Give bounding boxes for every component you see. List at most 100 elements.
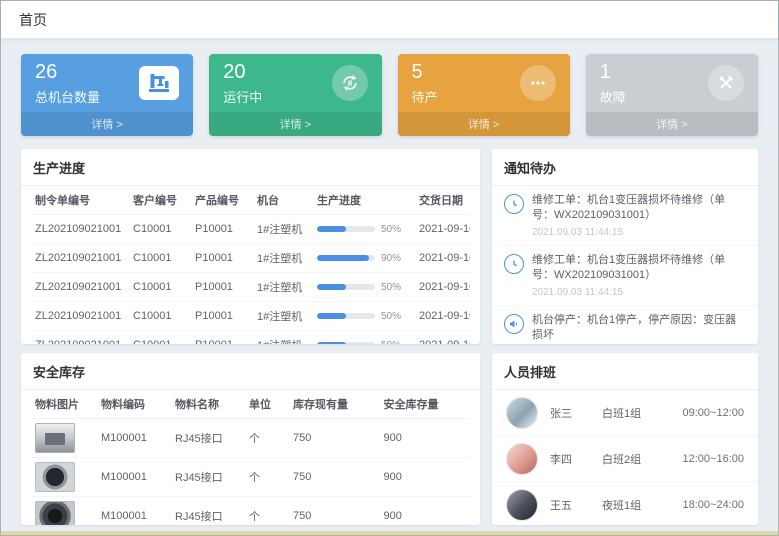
list-item[interactable]: 维修工单：机台1变压器损坏待维修（单号：WX202109031001） 2021… (492, 186, 758, 246)
stat-cards-row: 26 总机台数量 详情 > 20 运行中 (21, 54, 758, 136)
table-row[interactable]: ZL202109021001 C10001 P10001 1#注塑机 50% 2… (31, 215, 470, 244)
cell-date: 2021-09-10 (415, 215, 470, 244)
notice-body: 维修工单：机台1变压器损坏待维修（单号：WX202109031001） 2021… (532, 193, 746, 238)
table-row[interactable]: ZL202109021001 C10001 P10001 1#注塑机 90% 2… (31, 244, 470, 273)
notice-body: 维修工单：机台1变压器损坏待维修（单号：WX202109031001） 2021… (532, 253, 746, 298)
notice-body: 机台停产：机台1停产，停产原因：变压器损坏 2021.09.03 11:44:1… (532, 313, 746, 344)
col-material-code: 物料编码 (97, 390, 171, 419)
cell-name: RJ45接口 (171, 497, 245, 526)
table-row[interactable]: ZL202109021001 C10001 P10001 1#注塑机 50% 2… (31, 273, 470, 302)
progress-track (317, 342, 375, 344)
cell-material-image (31, 497, 97, 526)
total-machines-value: 26 (35, 61, 100, 83)
list-item[interactable]: 维修工单：机台1变压器损坏待维修（单号：WX202109031001） 2021… (492, 246, 758, 306)
staff-schedule-panel: 人员排班 张三 白班1组 09:00~12:00 李四 白班2组 12:00~1… (492, 353, 758, 525)
fault-detail-link[interactable]: 详情 > (586, 112, 758, 136)
table-row[interactable]: ZL202109021001 C10001 P10001 1#注塑机 50% 2… (31, 331, 470, 345)
clock-icon (504, 194, 524, 214)
clock-icon (504, 254, 524, 274)
col-machine: 机台 (253, 186, 313, 215)
table-row[interactable]: M100001 RJ45接口 个 750 900 (31, 458, 470, 497)
progress-track (317, 226, 375, 232)
progress-percent: 50% (381, 282, 401, 293)
card-running-info: 20 运行中 (223, 61, 262, 106)
card-fault[interactable]: 1 故障 详情 > (586, 54, 758, 136)
table-row[interactable]: ZL202109021001 C10001 P10001 1#注塑机 50% 2… (31, 302, 470, 331)
cell-unit: 个 (245, 497, 289, 526)
cell-progress: 50% (313, 273, 415, 302)
notice-text: 维修工单：机台1变压器损坏待维修（单号：WX202109031001） (532, 193, 746, 224)
cell-stock: 750 (289, 419, 380, 458)
safety-stock-panel: 安全库存 物料图片 物料编码 物料名称 单位 库存现有量 安全库存量 (21, 353, 480, 525)
tab-home[interactable]: 首页 (19, 10, 47, 30)
progress-track (317, 255, 375, 261)
progress-fill (317, 342, 346, 344)
progress-percent: 90% (381, 253, 401, 264)
notice-time: 2021.09.03 11:44:15 (532, 287, 746, 298)
card-running[interactable]: 20 运行中 详情 > (209, 54, 381, 136)
staff-time: 18:00~24:00 (683, 499, 744, 511)
col-customer-no: 客户编号 (129, 186, 191, 215)
cell-customer: C10001 (129, 331, 191, 345)
progress-percent: 50% (381, 224, 401, 235)
waiting-detail-link[interactable]: 详情 > (398, 112, 570, 136)
card-total-machines-body: 26 总机台数量 (21, 54, 193, 112)
cell-name: RJ45接口 (171, 419, 245, 458)
staff-shift: 夜班1组 (602, 497, 666, 513)
material-photo (35, 501, 75, 525)
cell-date: 2021-09-10 (415, 331, 470, 345)
table-row[interactable]: M100001 RJ45接口 个 750 900 (31, 497, 470, 526)
list-item[interactable]: 李四 白班2组 12:00~16:00 (492, 436, 758, 482)
cell-code: M100001 (97, 458, 171, 497)
cell-stock: 750 (289, 458, 380, 497)
cell-unit: 个 (245, 419, 289, 458)
col-product-no: 产品编号 (191, 186, 253, 215)
progress-fill (317, 284, 346, 290)
speaker-icon (504, 314, 524, 334)
list-item[interactable]: 张三 白班1组 09:00~12:00 (492, 390, 758, 436)
dashboard-grid: 生产进度 制令单编号 客户编号 产品编号 机台 生产进度 交货日期 ZL2021… (21, 149, 758, 525)
production-progress-title: 生产进度 (21, 149, 480, 186)
card-total-machines[interactable]: 26 总机台数量 详情 > (21, 54, 193, 136)
fault-label: 故障 (600, 87, 626, 106)
staff-time: 12:00~16:00 (683, 453, 744, 465)
col-stock-on-hand: 库存现有量 (289, 390, 380, 419)
col-progress: 生产进度 (313, 186, 415, 215)
table-row[interactable]: M100001 RJ45接口 个 750 900 (31, 419, 470, 458)
avatar (506, 443, 538, 475)
total-machines-detail-link[interactable]: 详情 > (21, 112, 193, 136)
list-item[interactable]: 王五 夜班1组 18:00~24:00 (492, 482, 758, 525)
cell-machine: 1#注塑机 (253, 244, 313, 273)
cell-safety: 900 (380, 458, 471, 497)
card-waiting-body: 5 待产 (398, 54, 570, 112)
sync-icon (332, 65, 368, 101)
staff-name: 王五 (550, 497, 602, 513)
cell-machine: 1#注塑机 (253, 302, 313, 331)
notices-panel: 通知待办 维修工单：机台1变压器损坏待维修（单号：WX202109031001）… (492, 149, 758, 344)
cell-date: 2021-09-10 (415, 273, 470, 302)
waiting-label: 待产 (412, 87, 438, 106)
cell-machine: 1#注塑机 (253, 331, 313, 345)
cell-safety: 900 (380, 419, 471, 458)
avatar (506, 397, 538, 429)
col-material-image: 物料图片 (31, 390, 97, 419)
production-table: 制令单编号 客户编号 产品编号 机台 生产进度 交货日期 ZL202109021… (31, 186, 470, 344)
col-order-no: 制令单编号 (31, 186, 129, 215)
bottom-edge (1, 531, 778, 535)
cell-customer: C10001 (129, 273, 191, 302)
notices-title: 通知待办 (492, 149, 758, 186)
cell-product: P10001 (191, 215, 253, 244)
running-detail-link[interactable]: 详情 > (209, 112, 381, 136)
cell-machine: 1#注塑机 (253, 215, 313, 244)
avatar (506, 489, 538, 521)
cell-material-image (31, 419, 97, 458)
progress-track (317, 284, 375, 290)
card-waiting[interactable]: 5 待产 详情 > (398, 54, 570, 136)
list-item[interactable]: 机台停产：机台1停产，停产原因：变压器损坏 2021.09.03 11:44:1… (492, 306, 758, 344)
cell-code: M100001 (97, 419, 171, 458)
col-material-name: 物料名称 (171, 390, 245, 419)
cell-order: ZL202109021001 (31, 215, 129, 244)
cell-order: ZL202109021001 (31, 331, 129, 345)
progress-percent: 50% (381, 340, 401, 345)
total-machines-label: 总机台数量 (35, 87, 100, 106)
